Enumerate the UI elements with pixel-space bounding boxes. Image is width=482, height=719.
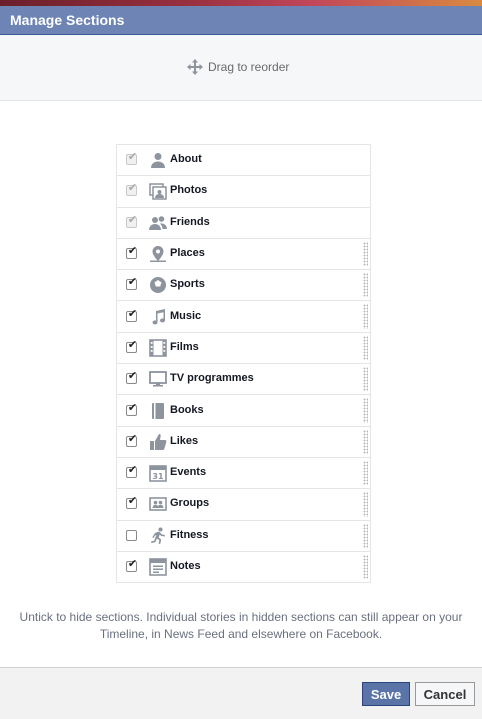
section-checkbox[interactable]: ✔ xyxy=(126,558,138,572)
music-note-icon xyxy=(152,308,165,325)
section-row-fitness[interactable]: Fitness xyxy=(117,520,370,552)
section-label: Books xyxy=(170,403,204,416)
running-person-icon xyxy=(151,527,165,544)
drag-handle[interactable] xyxy=(363,429,368,454)
section-row-books[interactable]: ✔ Books xyxy=(117,395,370,427)
calendar-icon: 31 xyxy=(149,465,167,482)
section-checkbox: ✔ xyxy=(126,213,138,228)
section-label: Films xyxy=(170,340,199,353)
section-row-about: ✔ About xyxy=(117,145,370,177)
checkmark-icon: ✔ xyxy=(127,307,138,320)
dialog-title: Manage Sections xyxy=(10,12,125,28)
section-checkbox[interactable]: ✔ xyxy=(126,245,138,260)
section-label: Fitness xyxy=(170,528,209,541)
checkmark-icon: ✔ xyxy=(127,151,138,164)
section-label: Likes xyxy=(170,434,199,447)
section-row-notes[interactable]: ✔ Notes xyxy=(117,551,370,584)
section-checkbox[interactable]: ✔ xyxy=(126,432,138,447)
drag-handle[interactable] xyxy=(363,273,368,298)
section-checkbox[interactable]: ✔ xyxy=(126,276,138,291)
notes-icon xyxy=(149,558,167,576)
move-arrows-icon xyxy=(187,59,203,75)
checkmark-icon: ✔ xyxy=(127,558,138,570)
drag-hint-text: Drag to reorder xyxy=(208,60,290,74)
section-checkbox: ✔ xyxy=(126,151,138,166)
section-checkbox[interactable]: ✔ xyxy=(126,338,138,353)
section-label: Friends xyxy=(170,215,210,228)
checkmark-icon: ✔ xyxy=(127,464,138,477)
section-checkbox[interactable]: ✔ xyxy=(126,401,138,416)
group-icon xyxy=(149,497,167,512)
friends-icon xyxy=(149,215,167,230)
drag-handle[interactable] xyxy=(363,398,368,423)
section-list: ✔ About ✔ Photos ✔ Friends ✔ Places ✔ Sports ✔ Musi… xyxy=(116,144,371,584)
film-strip-icon xyxy=(149,339,167,357)
section-row-events[interactable]: ✔ 31 Events xyxy=(117,457,370,490)
thumbs-up-icon xyxy=(150,433,167,450)
cancel-button[interactable]: Cancel xyxy=(415,682,475,706)
section-checkbox[interactable]: ✔ xyxy=(126,464,138,479)
section-label: Notes xyxy=(170,560,201,572)
section-label: Music xyxy=(170,309,202,322)
help-note-line-2: Timeline, in News Feed and elsewhere on … xyxy=(99,627,383,641)
drag-handle[interactable] xyxy=(363,492,368,517)
section-checkbox[interactable]: ✔ xyxy=(126,495,138,510)
section-label: Events xyxy=(170,466,207,479)
section-checkbox[interactable]: ✔ xyxy=(126,370,138,385)
section-checkbox: ✔ xyxy=(126,182,138,197)
section-row-sports[interactable]: ✔ Sports xyxy=(117,270,370,302)
section-row-places[interactable]: ✔ Places xyxy=(117,238,370,271)
section-label: About xyxy=(170,153,202,166)
section-row-tv-programmes[interactable]: ✔ TV programmes xyxy=(117,364,370,396)
drag-handle[interactable] xyxy=(363,460,368,486)
section-checkbox[interactable] xyxy=(126,529,137,541)
tv-icon xyxy=(149,371,167,387)
drag-handle[interactable] xyxy=(363,523,368,548)
section-label: TV programmes xyxy=(170,372,254,385)
section-row-music[interactable]: ✔ Music xyxy=(117,301,370,333)
person-icon xyxy=(151,153,165,169)
checkmark-icon: ✔ xyxy=(127,338,138,351)
section-row-photos: ✔ Photos xyxy=(117,176,370,208)
checkmark-icon: ✔ xyxy=(127,370,138,383)
section-label: Groups xyxy=(170,497,210,510)
save-button[interactable]: Save xyxy=(362,682,410,706)
section-label: Photos xyxy=(170,184,208,197)
book-icon xyxy=(152,402,164,419)
section-row-groups[interactable]: ✔ Groups xyxy=(117,489,370,521)
dialog-footer: Save Cancel xyxy=(0,667,482,719)
dialog-title-bar: Manage Sections xyxy=(0,6,482,35)
help-note-line-1: Untick to hide sections. Individual stor… xyxy=(19,610,463,624)
drag-handle[interactable] xyxy=(363,304,368,329)
checkmark-icon: ✔ xyxy=(127,245,138,258)
map-pin-icon xyxy=(150,246,166,263)
checkmark-icon: ✔ xyxy=(127,182,138,195)
drag-handle[interactable] xyxy=(363,554,368,580)
drag-handle[interactable] xyxy=(363,241,368,267)
checkmark-icon: ✔ xyxy=(127,276,138,289)
help-note: Untick to hide sections. Individual stor… xyxy=(0,609,482,643)
drag-handle[interactable] xyxy=(363,367,368,392)
section-row-friends: ✔ Friends xyxy=(117,207,370,239)
checkmark-icon: ✔ xyxy=(127,432,138,445)
section-row-films[interactable]: ✔ Films xyxy=(117,332,370,365)
checkmark-icon: ✔ xyxy=(127,401,138,414)
soccer-ball-icon xyxy=(150,277,166,294)
section-label: Places xyxy=(170,247,205,260)
checkmark-icon: ✔ xyxy=(127,213,138,226)
checkmark-icon: ✔ xyxy=(127,495,138,508)
photos-icon xyxy=(149,183,167,201)
section-row-likes[interactable]: ✔ Likes xyxy=(117,426,370,458)
drag-handle[interactable] xyxy=(363,335,368,361)
drag-hint-bar: Drag to reorder xyxy=(0,35,482,101)
section-label: Sports xyxy=(170,278,205,291)
svg-text:31: 31 xyxy=(152,472,164,481)
section-checkbox[interactable]: ✔ xyxy=(126,307,138,322)
